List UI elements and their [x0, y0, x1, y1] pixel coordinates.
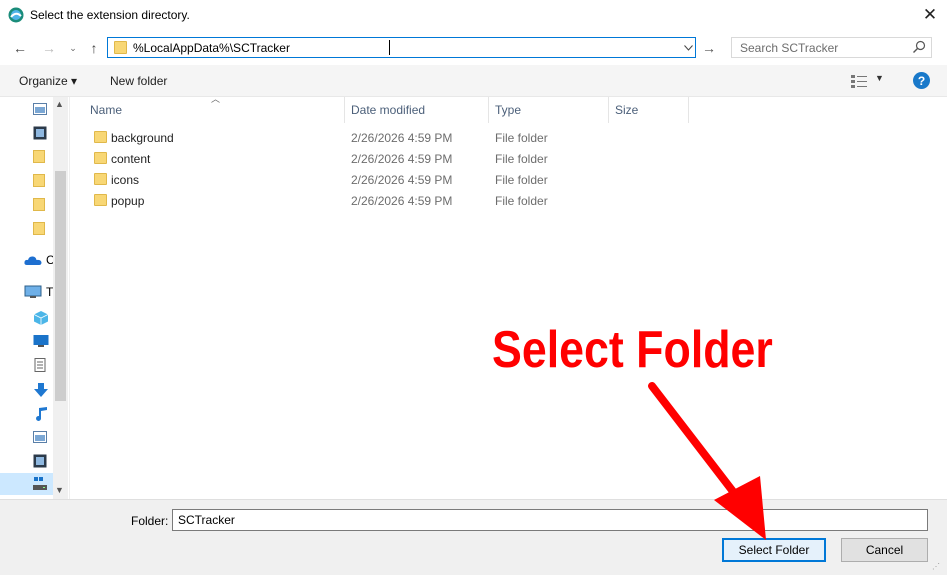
downloads-icon[interactable] — [33, 382, 49, 398]
column-header-type[interactable]: Type — [495, 103, 521, 117]
forward-button[interactable]: → — [40, 39, 58, 57]
file-name[interactable]: content — [111, 152, 150, 166]
folder-icon — [94, 173, 107, 185]
folder-icon[interactable] — [33, 198, 45, 211]
sort-up-icon: ︿ — [211, 94, 221, 104]
folder-icon[interactable] — [33, 222, 45, 235]
app-icon — [8, 7, 24, 23]
music-icon[interactable] — [33, 406, 49, 422]
up-button[interactable]: ↑ — [85, 39, 103, 57]
folder-icon[interactable] — [33, 150, 45, 163]
column-divider[interactable] — [488, 97, 489, 123]
table-row[interactable]: icons 2/26/2026 4:59 PM File folder — [89, 170, 689, 191]
videos-icon[interactable] — [33, 126, 47, 140]
folder-label: Folder: — [131, 514, 169, 528]
recent-locations-button[interactable]: ⌄ — [64, 39, 82, 57]
scrollbar-thumb[interactable] — [55, 171, 66, 401]
organize-button[interactable]: Organize ▾ — [19, 74, 77, 88]
resize-grip-icon[interactable]: ⋰ — [932, 562, 940, 571]
file-type: File folder — [495, 173, 548, 187]
pictures-icon[interactable] — [33, 430, 47, 444]
file-date: 2/26/2026 4:59 PM — [351, 131, 453, 145]
column-header-name[interactable]: Name — [90, 103, 122, 117]
annotation-label: Select Folder — [492, 321, 773, 379]
navigation-pane[interactable]: C T ▲ ▼ — [0, 97, 70, 499]
folder-icon — [94, 131, 107, 143]
view-options-icon[interactable] — [851, 74, 869, 88]
annotation-arrow-icon — [648, 382, 766, 540]
pictures-icon[interactable] — [33, 102, 47, 116]
file-date: 2/26/2026 4:59 PM — [351, 173, 453, 187]
file-type: File folder — [495, 152, 548, 166]
address-dropdown-icon[interactable] — [681, 40, 695, 55]
folder-icon[interactable] — [33, 174, 45, 187]
search-placeholder: Search SCTracker — [740, 41, 839, 55]
cancel-button[interactable]: Cancel — [841, 538, 928, 562]
table-row[interactable]: popup 2/26/2026 4:59 PM File folder — [89, 191, 689, 212]
folder-icon — [94, 152, 107, 164]
videos-icon[interactable] — [33, 454, 47, 468]
documents-icon[interactable] — [33, 358, 47, 372]
file-type: File folder — [495, 131, 548, 145]
footer-panel: Folder: SCTracker Select Folder Cancel ⋰ — [0, 499, 947, 575]
sidebar-item-selected[interactable] — [0, 473, 53, 495]
desktop-icon[interactable] — [33, 334, 49, 348]
go-button[interactable]: → — [700, 39, 718, 57]
folder-icon — [94, 194, 107, 206]
column-header-date[interactable]: Date modified — [351, 103, 425, 117]
address-text[interactable]: %LocalAppData%\SCTracker — [133, 41, 290, 55]
back-button[interactable]: ← — [11, 39, 29, 57]
help-icon[interactable]: ? — [913, 72, 930, 89]
table-row[interactable]: background 2/26/2026 4:59 PM File folder — [89, 128, 689, 149]
folder-name-value[interactable]: SCTracker — [178, 513, 235, 527]
scroll-down-icon[interactable]: ▼ — [55, 485, 64, 495]
file-date: 2/26/2026 4:59 PM — [351, 152, 453, 166]
file-date: 2/26/2026 4:59 PM — [351, 194, 453, 208]
local-disk-icon — [33, 477, 47, 490]
text-caret — [389, 40, 390, 55]
file-name[interactable]: icons — [111, 173, 139, 187]
window-title: Select the extension directory. — [30, 8, 190, 22]
folder-name-input[interactable]: SCTracker — [172, 509, 928, 531]
this-pc-icon[interactable] — [24, 285, 42, 299]
scroll-up-icon[interactable]: ▲ — [55, 99, 64, 109]
folder-icon — [114, 41, 127, 54]
column-divider[interactable] — [688, 97, 689, 123]
file-list[interactable]: ︿ Name Date modified Type Size backgroun… — [71, 94, 947, 499]
file-type: File folder — [495, 194, 548, 208]
column-header-size[interactable]: Size — [615, 103, 638, 117]
address-bar[interactable]: %LocalAppData%\SCTracker — [107, 37, 696, 58]
command-toolbar: Organize ▾ New folder ▼ ? — [0, 65, 947, 97]
search-input[interactable]: Search SCTracker — [731, 37, 932, 58]
column-divider[interactable] — [344, 97, 345, 123]
nav-scrollbar[interactable]: ▲ ▼ — [53, 97, 68, 499]
table-row[interactable]: content 2/26/2026 4:59 PM File folder — [89, 149, 689, 170]
view-dropdown-icon[interactable]: ▼ — [875, 73, 884, 83]
column-divider[interactable] — [608, 97, 609, 123]
search-icon[interactable] — [912, 40, 926, 54]
title-bar: Select the extension directory. ✕ — [0, 0, 947, 31]
onedrive-icon[interactable] — [24, 254, 42, 266]
3d-objects-icon[interactable] — [33, 310, 49, 326]
close-button[interactable]: ✕ — [916, 3, 944, 27]
new-folder-button[interactable]: New folder — [110, 74, 167, 88]
file-name[interactable]: background — [111, 131, 174, 145]
file-name[interactable]: popup — [111, 194, 144, 208]
